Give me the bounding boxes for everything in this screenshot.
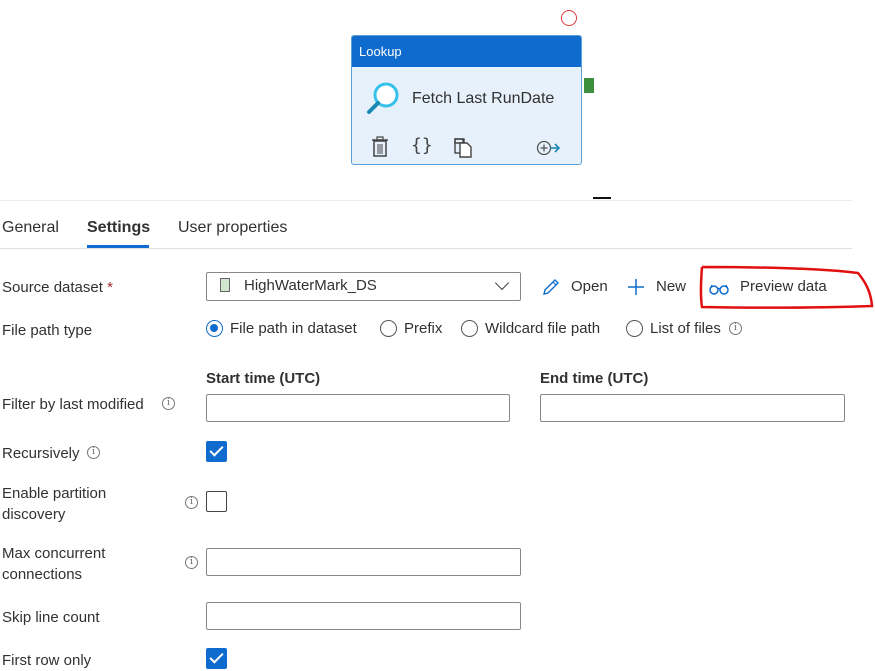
file-path-type-label: File path type <box>2 322 93 339</box>
dataset-file-icon <box>220 278 230 292</box>
magnifier-icon <box>365 80 401 121</box>
skip-line-count-input[interactable] <box>206 602 521 630</box>
start-time-input[interactable] <box>206 394 510 422</box>
plus-icon[interactable] <box>627 278 645 301</box>
pencil-icon[interactable] <box>541 277 561 302</box>
radio-list-of-files[interactable] <box>626 320 643 337</box>
required-asterisk: * <box>107 279 113 296</box>
radio-file-path-in-dataset[interactable] <box>206 320 223 337</box>
info-icon[interactable]: i <box>87 446 100 459</box>
radio-label-prefix[interactable]: Prefix <box>404 320 442 337</box>
source-dataset-label-text: Source dataset <box>2 279 103 296</box>
info-icon[interactable]: i <box>185 556 198 569</box>
max-connections-input[interactable] <box>206 548 521 576</box>
source-dataset-value: HighWaterMark_DS <box>244 277 377 294</box>
activity-name: Fetch Last RunDate <box>412 90 555 107</box>
resize-handle[interactable] <box>593 197 611 199</box>
max-connections-label-line2: connections <box>2 566 83 583</box>
panel-divider <box>0 200 852 201</box>
info-icon[interactable]: i <box>729 322 742 335</box>
open-dataset-button[interactable]: Open <box>571 278 608 295</box>
new-dataset-button[interactable]: New <box>656 278 686 295</box>
partition-discovery-checkbox[interactable] <box>206 491 227 512</box>
radio-label-file-path-in-dataset[interactable]: File path in dataset <box>230 320 357 337</box>
code-braces-icon[interactable]: {} <box>411 135 433 156</box>
add-output-icon[interactable] <box>536 140 562 161</box>
source-dataset-label: Source dataset * <box>2 277 113 298</box>
radio-wildcard-file-path[interactable] <box>461 320 478 337</box>
start-time-label: Start time (UTC) <box>206 370 321 387</box>
node-status-ring <box>561 10 577 26</box>
tab-user-properties[interactable]: User properties <box>178 219 287 237</box>
radio-prefix[interactable] <box>380 320 397 337</box>
info-icon[interactable]: i <box>185 496 198 509</box>
radio-label-list-of-files[interactable]: List of files <box>650 320 721 337</box>
info-icon[interactable]: i <box>162 397 175 410</box>
end-time-label: End time (UTC) <box>540 370 649 387</box>
copy-icon[interactable] <box>453 137 473 164</box>
skip-line-count-label: Skip line count <box>2 609 100 626</box>
recursively-checkbox[interactable] <box>206 441 227 462</box>
recursively-label: Recursively <box>2 445 80 462</box>
tabs-divider <box>0 248 852 249</box>
tab-settings[interactable]: Settings <box>87 219 150 237</box>
activity-type-label: Lookup <box>352 36 581 67</box>
filter-last-modified-label: Filter by last modified <box>2 396 144 413</box>
first-row-only-label: First row only <box>2 652 92 669</box>
partition-discovery-label-line2: discovery <box>2 506 66 523</box>
success-output-connector[interactable] <box>584 78 594 93</box>
delete-icon[interactable] <box>371 136 389 163</box>
first-row-only-checkbox[interactable] <box>206 648 227 669</box>
end-time-input[interactable] <box>540 394 845 422</box>
tab-general[interactable]: General <box>2 219 59 237</box>
max-connections-label-line1: Max concurrent <box>2 545 106 562</box>
red-annotation-outline <box>699 265 874 309</box>
radio-label-wildcard-file-path[interactable]: Wildcard file path <box>485 320 600 337</box>
partition-discovery-label-line1: Enable partition <box>2 485 107 502</box>
